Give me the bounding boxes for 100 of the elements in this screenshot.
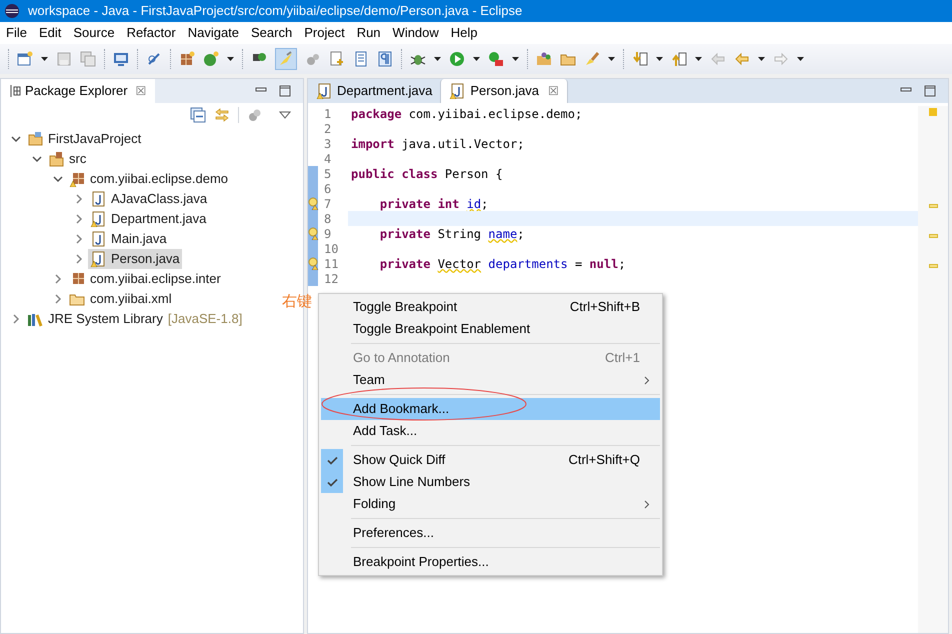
code-line: private Vector departments = null; <box>378 256 626 272</box>
tree-item[interactable]: com.yiibai.xml <box>67 289 174 309</box>
window-title: workspace - Java - FirstJavaProject/src/com/yiibai/eclipse/demo/Person.java - Eclipse <box>28 2 522 20</box>
line-number: 10 <box>324 240 338 258</box>
back-arrow-icon[interactable] <box>734 51 750 67</box>
project-folder-icon <box>27 131 43 147</box>
close-icon[interactable]: ☒ <box>548 82 560 100</box>
menu-item[interactable]: Breakpoint Properties... <box>321 551 660 573</box>
tree-item[interactable]: Main.java <box>88 229 169 249</box>
menu-item[interactable]: Source <box>67 23 121 43</box>
code-line: import java.util.Vector; <box>351 136 524 152</box>
menu-item[interactable]: Refactor <box>120 23 182 43</box>
menu-item[interactable]: Add Task... <box>321 420 660 442</box>
monitor-icon[interactable] <box>113 51 129 67</box>
collapsed-chevron-icon[interactable] <box>11 314 21 324</box>
menu-item[interactable]: File <box>0 23 33 43</box>
warning-marker <box>928 234 938 238</box>
maximize-icon[interactable] <box>924 85 936 97</box>
line-number: 3 <box>324 136 332 152</box>
code-line: private int id; <box>378 196 488 212</box>
editor-tab[interactable]: Department.java <box>308 79 440 103</box>
editor-tab[interactable]: Person.java ☒ <box>440 79 568 103</box>
tree-item[interactable]: Person.java <box>88 249 182 269</box>
menu-item[interactable]: Search <box>245 23 298 43</box>
source-folder-icon <box>48 151 64 167</box>
collapsed-chevron-icon[interactable] <box>74 214 84 224</box>
collapsed-chevron-icon[interactable] <box>74 254 84 264</box>
collapsed-chevron-icon[interactable] <box>53 294 63 304</box>
run-toolbox-icon[interactable] <box>488 51 504 67</box>
class-icon[interactable] <box>203 51 219 67</box>
link-arrows-icon[interactable] <box>214 107 230 123</box>
menu-item[interactable]: Help <box>444 23 484 43</box>
document-arrow-icon[interactable] <box>329 51 345 67</box>
line-number: 11 <box>324 256 338 272</box>
dropdown-caret-icon[interactable] <box>695 57 702 61</box>
menu-item[interactable]: Show Quick Diff Ctrl+Shift+Q <box>321 449 660 471</box>
menu-item[interactable]: Add Bookmark... <box>321 398 660 420</box>
line-number: 12 <box>324 270 338 288</box>
menu-item[interactable]: Run <box>350 23 387 43</box>
dropdown-caret-icon[interactable] <box>608 57 615 61</box>
line-number: 2 <box>324 120 332 138</box>
package-icon[interactable] <box>179 51 195 67</box>
warning-marker <box>928 204 938 208</box>
tree-item[interactable]: com.yiibai.eclipse.inter <box>67 269 223 289</box>
tree-item[interactable]: JRE System Library [JavaSE-1.8] <box>25 309 244 329</box>
document-lines-icon[interactable] <box>353 51 369 67</box>
collapsed-chevron-icon[interactable] <box>53 274 63 284</box>
menu-item[interactable]: Team <box>321 369 660 391</box>
marker-icon <box>278 51 294 67</box>
menu-item[interactable]: Edit <box>32 23 68 43</box>
brush-icon[interactable] <box>584 51 600 67</box>
close-icon[interactable]: ☒ <box>136 82 147 100</box>
dropdown-caret-icon[interactable] <box>434 57 441 61</box>
dropdown-caret-icon[interactable] <box>797 57 804 61</box>
code-line: private String name; <box>378 226 524 242</box>
new-window-icon[interactable] <box>17 51 33 67</box>
next-annotation-icon[interactable] <box>632 51 648 67</box>
annotation-text: 右键 <box>282 291 312 312</box>
line-number: 5 <box>324 166 332 182</box>
line-number: 8 <box>324 210 332 228</box>
dropdown-caret-icon[interactable] <box>656 57 663 61</box>
collapsed-chevron-icon[interactable] <box>74 234 84 244</box>
tree-item[interactable]: AJavaClass.java <box>88 189 210 209</box>
code-line: package com.yiibai.eclipse.demo; <box>351 106 582 122</box>
tree-item[interactable]: Department.java <box>88 209 208 229</box>
dropdown-caret-icon[interactable] <box>227 57 234 61</box>
menu-item[interactable]: Project <box>298 23 351 43</box>
pen-icon[interactable] <box>146 51 162 67</box>
expanded-chevron-icon[interactable] <box>32 154 42 164</box>
maximize-icon[interactable] <box>279 85 291 97</box>
run-icon[interactable] <box>449 51 465 67</box>
menu-item[interactable]: Preferences... <box>321 522 660 544</box>
line-number: 9 <box>324 226 332 242</box>
dropdown-caret-icon[interactable] <box>41 57 48 61</box>
file-icon <box>316 83 332 99</box>
tree-item[interactable]: FirstJavaProject <box>25 129 144 149</box>
warning-marker <box>929 108 937 116</box>
expanded-chevron-icon[interactable] <box>11 134 21 144</box>
tree-item[interactable]: com.yiibai.eclipse.demo <box>67 169 230 189</box>
menu-item[interactable]: Window <box>386 23 445 43</box>
eclipse-logo-icon <box>4 3 20 19</box>
menu-item[interactable]: Folding <box>321 493 660 515</box>
previous-annotation-icon[interactable] <box>671 51 687 67</box>
line-number: 4 <box>324 150 332 168</box>
dropdown-caret-icon[interactable] <box>758 57 765 61</box>
menu-item[interactable]: Navigate <box>182 23 246 43</box>
pilcrow-icon[interactable] <box>377 51 393 67</box>
view-menu-icon[interactable] <box>279 111 291 119</box>
collapse-all-icon[interactable] <box>190 107 206 123</box>
collapsed-chevron-icon[interactable] <box>74 194 84 204</box>
tree-item[interactable]: src <box>46 149 88 169</box>
open-folder-icon[interactable] <box>536 51 552 67</box>
menu-item[interactable]: Toggle Breakpoint Enablement <box>321 318 660 340</box>
menu-item[interactable]: Toggle Breakpoint Ctrl+Shift+B <box>321 296 660 318</box>
expanded-chevron-icon[interactable] <box>53 174 63 184</box>
highlight-toggle[interactable] <box>275 48 297 70</box>
dropdown-caret-icon[interactable] <box>473 57 480 61</box>
dropdown-caret-icon[interactable] <box>512 57 519 61</box>
view-tab[interactable]: Package Explorer ☒ <box>1 79 155 103</box>
menu-item[interactable]: Show Line Numbers <box>321 471 660 493</box>
